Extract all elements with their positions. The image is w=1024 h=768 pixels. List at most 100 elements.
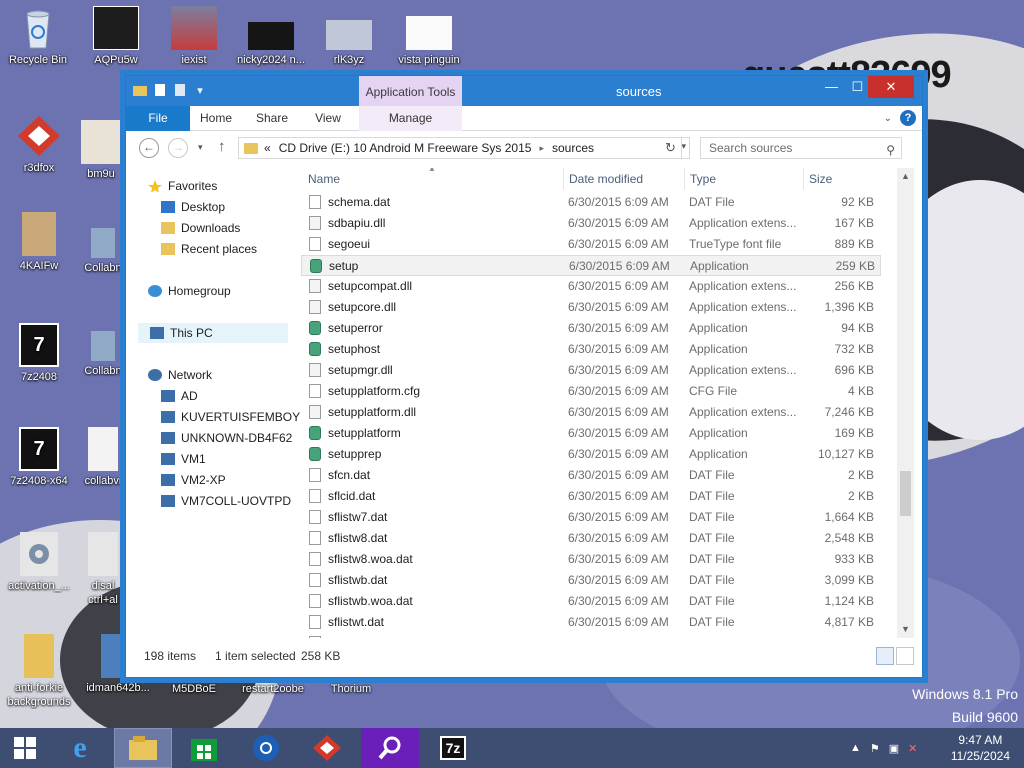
file-row[interactable]: sflistwb.woa.dat 6/30/2015 6:09 AM DAT Fil… <box>301 591 881 612</box>
file-row[interactable]: setupprep 6/30/2015 6:09 AM Application 10,… <box>301 444 881 465</box>
desktop-icon-collabn-1[interactable]: Collabn <box>82 220 124 275</box>
search-input[interactable]: Search sources ⚲ <box>700 137 902 159</box>
desktop-icon-thorium[interactable]: Thorium <box>313 682 389 696</box>
forward-button[interactable]: → <box>168 138 188 158</box>
maximize-button[interactable]: ☐ <box>844 76 871 98</box>
file-row[interactable]: setupmgr.dll 6/30/2015 6:09 AM Application… <box>301 360 881 381</box>
nav-computer-vm7coll[interactable]: VM7COLL-UOVTPD <box>161 491 291 511</box>
column-header-type[interactable]: Type <box>690 172 716 186</box>
tab-view[interactable]: View <box>302 106 354 131</box>
file-row[interactable]: setupplatform 6/30/2015 6:09 AM Applicatio… <box>301 423 881 444</box>
file-row[interactable]: schema.dat 6/30/2015 6:09 AM DAT File 92 KB <box>301 192 881 213</box>
nav-computer-kuvertuisfemboy[interactable]: KUVERTUISFEMBOY <box>161 407 300 427</box>
desktop-icon-vista-pinguin[interactable]: vista pinguin <box>391 6 467 67</box>
desktop-icon-disal-ctrl-alt[interactable]: disal ctrl+al <box>82 532 124 607</box>
breadcrumb-sources[interactable]: sources <box>552 141 594 155</box>
desktop-icon-7z2408-x64[interactable]: 7 7z2408-x64 <box>1 427 77 488</box>
up-arrow-icon[interactable]: ↑ <box>218 138 226 155</box>
taskbar-store[interactable] <box>175 728 233 768</box>
chevron-right-icon[interactable]: ▸ <box>539 143 544 154</box>
network-icon[interactable]: ▣ <box>889 742 899 755</box>
file-row[interactable]: setuphost 6/30/2015 6:09 AM Application 732… <box>301 339 881 360</box>
desktop-icon-bm9u[interactable]: bm9u <box>78 120 124 181</box>
action-center-flag-icon[interactable]: ⚑ <box>870 742 880 755</box>
start-button[interactable] <box>0 728 50 768</box>
desktop-icon-restart2oobe[interactable]: restart2oobe <box>235 682 311 696</box>
file-row[interactable]: setupplatform.dll 6/30/2015 6:09 AM Applic… <box>301 402 881 423</box>
refresh-button[interactable]: ↻ <box>660 137 682 159</box>
file-row[interactable]: setupcompat.dll 6/30/2015 6:09 AM Applicat… <box>301 276 881 297</box>
taskbar-r3dfox[interactable] <box>298 728 356 768</box>
title-bar[interactable]: ▾ sources — ☐ ✕ <box>126 76 922 106</box>
desktop-icon-anti-forkie[interactable]: anti-forkie backgrounds <box>1 634 77 709</box>
file-row[interactable]: sflistwt.dat 6/30/2015 6:09 AM DAT File 4,8… <box>301 612 881 633</box>
desktop-icon-collabn-2[interactable]: Collabn <box>82 323 124 378</box>
column-divider[interactable] <box>684 168 685 190</box>
desktop-icon-nicky2024[interactable]: nicky2024 n... <box>233 6 309 67</box>
chevron-down-icon[interactable]: ▾ <box>681 141 686 152</box>
file-row[interactable]: setuperror 6/30/2015 6:09 AM Application 94… <box>301 318 881 339</box>
nav-recent-places[interactable]: Recent places <box>161 239 257 259</box>
desktop-icon-m5dboe[interactable]: M5DBoE <box>156 682 232 696</box>
volume-muted-icon[interactable]: ✕ <box>908 742 917 755</box>
chevron-down-icon[interactable]: ⌄ <box>884 113 892 124</box>
scroll-up-arrow-icon[interactable]: ▲ <box>897 168 914 185</box>
taskbar-internet-explorer[interactable]: e <box>51 728 109 768</box>
file-row[interactable]: sflistw8.woa.dat 6/30/2015 6:09 AM DAT Fil… <box>301 549 881 570</box>
column-header-date[interactable]: Date modified <box>569 172 643 186</box>
recent-locations-chevron-icon[interactable]: ▾ <box>198 142 203 153</box>
file-row[interactable]: sflistwb.dat 6/30/2015 6:09 AM DAT File 3,0… <box>301 570 881 591</box>
breadcrumb-overflow[interactable]: « <box>264 141 271 155</box>
nav-computer-vm1[interactable]: VM1 <box>161 449 206 469</box>
file-row[interactable]: sflistwt.woa.dat 6/30/2015 6:09 AM DAT Fil… <box>301 633 881 638</box>
column-header-size[interactable]: Size <box>809 172 832 186</box>
chevron-down-icon[interactable]: ▾ <box>192 82 208 98</box>
show-hidden-icons-chevron-icon[interactable]: ▲ <box>850 742 861 754</box>
file-row[interactable]: setupplatform.cfg 6/30/2015 6:09 AM CFG Fi… <box>301 381 881 402</box>
taskbar-clock[interactable]: 9:47 AM 11/25/2024 <box>951 732 1010 764</box>
scrollbar-thumb[interactable] <box>900 471 911 516</box>
address-bar[interactable]: « CD Drive (E:) 10 Android M Freeware Sy… <box>238 137 690 159</box>
file-row[interactable]: sdbapiu.dll 6/30/2015 6:09 AM Application … <box>301 213 881 234</box>
vertical-scrollbar[interactable]: ▲ ▼ <box>897 168 914 638</box>
tab-manage[interactable]: Manage <box>359 106 462 131</box>
file-row[interactable]: sflcid.dat 6/30/2015 6:09 AM DAT File 2 KB <box>301 486 881 507</box>
column-divider[interactable] <box>563 168 564 190</box>
desktop-icon-4kaifw[interactable]: 4KAIFw <box>1 212 77 273</box>
desktop-icon-r3dfox[interactable]: r3dfox <box>1 114 77 175</box>
close-button[interactable]: ✕ <box>868 76 914 98</box>
file-row[interactable]: sflistw7.dat 6/30/2015 6:09 AM DAT File 1,6… <box>301 507 881 528</box>
tab-share[interactable]: Share <box>246 106 298 131</box>
nav-computer-ad[interactable]: AD <box>161 386 198 406</box>
desktop-icon-rlk3yz[interactable]: rlK3yz <box>311 6 387 67</box>
file-row[interactable]: sfcn.dat 6/30/2015 6:09 AM DAT File 2 KB <box>301 465 881 486</box>
nav-computer-vm2-xp[interactable]: VM2-XP <box>161 470 226 490</box>
minimize-button[interactable]: — <box>818 76 845 98</box>
nav-desktop[interactable]: Desktop <box>161 197 225 217</box>
file-row[interactable]: sflistw8.dat 6/30/2015 6:09 AM DAT File 2,5… <box>301 528 881 549</box>
desktop-icon-collabvi[interactable]: collabvi <box>82 427 124 488</box>
column-divider[interactable] <box>803 168 804 190</box>
back-button[interactable]: ← <box>139 138 159 158</box>
desktop-icon-iexist[interactable]: iexist <box>156 6 232 67</box>
file-row[interactable]: segoeui 6/30/2015 6:09 AM TrueType font fi… <box>301 234 881 255</box>
nav-network[interactable]: Network <box>148 365 212 385</box>
desktop-icon-aqpu5w[interactable]: AQPu5w <box>78 6 154 67</box>
nav-favorites[interactable]: Favorites <box>148 176 217 196</box>
folder-icon[interactable] <box>132 82 148 98</box>
file-row[interactable]: setup 6/30/2015 6:09 AM Application 259 KB <box>301 255 881 276</box>
new-folder-icon[interactable] <box>172 82 188 98</box>
tab-file[interactable]: File <box>126 106 190 131</box>
taskbar-search-app[interactable] <box>361 728 419 768</box>
nav-computer-unknown[interactable]: UNKNOWN-DB4F62 <box>161 428 292 448</box>
breadcrumb-cd-drive[interactable]: CD Drive (E:) 10 Android M Freeware Sys … <box>279 141 532 155</box>
file-row[interactable]: setupcore.dll 6/30/2015 6:09 AM Applicatio… <box>301 297 881 318</box>
taskbar-file-explorer[interactable] <box>114 728 172 768</box>
desktop-icon-7z2408[interactable]: 7 7z2408 <box>1 323 77 384</box>
nav-homegroup[interactable]: Homegroup <box>148 281 231 301</box>
details-view-icon[interactable] <box>876 647 894 665</box>
nav-this-pc[interactable]: This PC <box>138 323 288 343</box>
taskbar-chrome[interactable] <box>237 728 295 768</box>
properties-icon[interactable] <box>152 82 168 98</box>
tab-home[interactable]: Home <box>190 106 242 131</box>
